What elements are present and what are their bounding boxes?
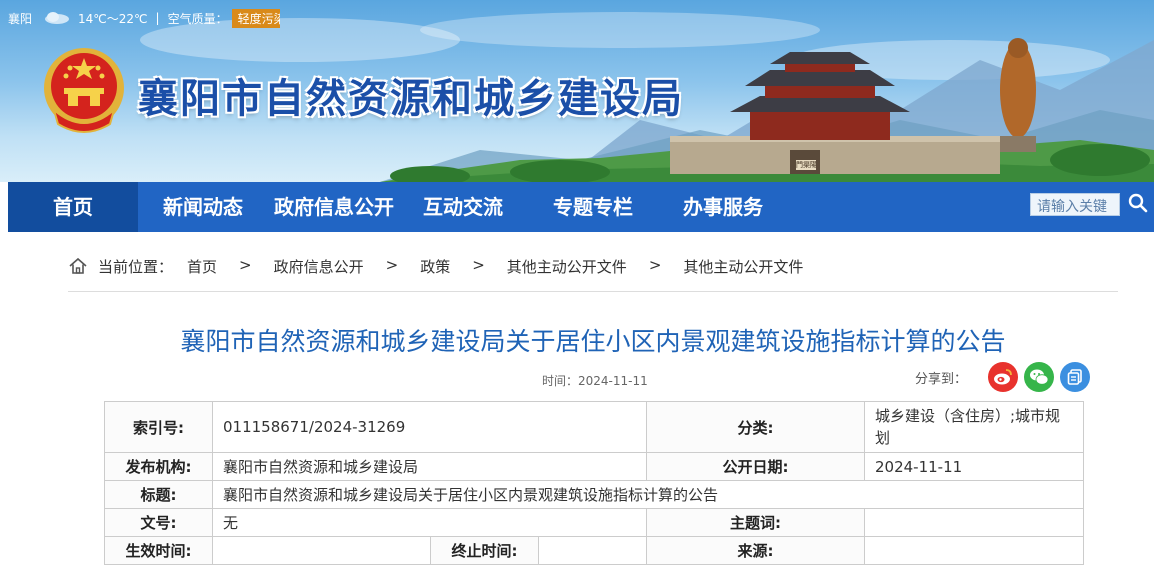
table-row: 文号: 无 主题词: <box>104 508 1084 537</box>
main-nav: 首页 新闻动态 政府信息公开 互动交流 专题专栏 办事服务 请输入关键 <box>8 182 1154 232</box>
share-copy-button[interactable] <box>1060 362 1090 392</box>
end-value <box>538 536 647 565</box>
copy-icon <box>1067 369 1082 385</box>
share-weibo-button[interactable] <box>988 362 1018 392</box>
nav-item-topics[interactable]: 专题专栏 <box>538 182 648 232</box>
breadcrumb-separator: > <box>239 256 252 274</box>
table-row: 索引号: 011158671/2024-31269 分类: 城乡建设（含住房）;… <box>104 401 1084 453</box>
title-value: 襄阳市自然资源和城乡建设局关于居住小区内景观建筑设施指标计算的公告 <box>212 480 1084 509</box>
issuer-key: 发布机构: <box>104 452 213 481</box>
air-quality-badge: 轻度污染 <box>231 8 280 28</box>
date-key: 公开日期: <box>646 452 865 481</box>
share-wechat-button[interactable] <box>1024 362 1054 392</box>
air-quality-label: 空气质量： <box>167 11 228 26</box>
category-value: 城乡建设（含住房）;城市规划 <box>864 401 1084 453</box>
keywords-key: 主题词: <box>646 508 865 537</box>
nav-item-gov-info[interactable]: 政府信息公开 <box>266 182 402 232</box>
nav-item-news[interactable]: 新闻动态 <box>148 182 258 232</box>
source-key: 来源: <box>646 536 865 565</box>
issuer-value: 襄阳市自然资源和城乡建设局 <box>212 452 647 481</box>
weibo-icon <box>994 369 1012 385</box>
end-key: 终止时间: <box>430 536 539 565</box>
breadcrumb-current[interactable]: 其他主动公开文件 <box>683 256 803 277</box>
gate-sign: 門渠陽 <box>796 161 816 169</box>
publish-time: 时间：2024-11-11 <box>542 374 648 388</box>
table-row: 发布机构: 襄阳市自然资源和城乡建设局 公开日期: 2024-11-11 <box>104 452 1084 481</box>
breadcrumb-gov-info[interactable]: 政府信息公开 <box>274 256 364 277</box>
breadcrumb-separator: > <box>472 256 485 274</box>
index-value: 011158671/2024-31269 <box>212 401 647 453</box>
header-banner: 門渠陽 襄阳 14℃～22℃ | 空气质量： 轻度污染 襄阳市自然资源和城乡建设… <box>0 0 1154 182</box>
wechat-icon <box>1030 369 1049 385</box>
cloud-icon <box>45 12 70 24</box>
home-icon <box>69 257 87 274</box>
breadcrumb-home[interactable]: 首页 <box>187 256 217 277</box>
breadcrumb-separator: > <box>648 256 662 274</box>
breadcrumb-other-files[interactable]: 其他主动公开文件 <box>507 256 627 277</box>
breadcrumb: 当前位置： 首页 > 政府信息公开 > 政策 > 其他主动公开文件 > 其他主动… <box>68 256 1118 292</box>
search-icon <box>1128 193 1148 213</box>
nav-item-home[interactable]: 首页 <box>8 182 138 232</box>
table-row: 标题: 襄阳市自然资源和城乡建设局关于居住小区内景观建筑设施指标计算的公告 <box>104 480 1084 509</box>
category-key: 分类: <box>646 401 865 453</box>
table-row: 生效时间: 终止时间: 来源: <box>104 536 1084 565</box>
docno-key: 文号: <box>104 508 213 537</box>
site-title: 襄阳市自然资源和城乡建设局 <box>138 76 684 122</box>
breadcrumb-separator: > <box>385 256 399 274</box>
source-value <box>864 536 1084 565</box>
index-key: 索引号: <box>104 401 213 453</box>
weather-bar: 襄阳 14℃～22℃ | 空气质量： 轻度污染 <box>8 8 280 28</box>
nav-item-interaction[interactable]: 互动交流 <box>408 182 518 232</box>
share-label: 分享到： <box>915 372 968 387</box>
effective-value <box>212 536 431 565</box>
breadcrumb-label: 当前位置： <box>98 258 174 276</box>
search-button[interactable] <box>1122 189 1154 217</box>
nav-item-services[interactable]: 办事服务 <box>668 182 778 232</box>
search-input[interactable]: 请输入关键 <box>1030 193 1120 216</box>
keywords-value <box>864 508 1084 537</box>
breadcrumb-policy[interactable]: 政策 <box>420 256 450 277</box>
document-info-table: 索引号: 011158671/2024-31269 分类: 城乡建设（含住房）;… <box>104 401 1084 565</box>
title-key: 标题: <box>104 480 213 509</box>
national-emblem-icon <box>44 48 124 133</box>
article-title: 襄阳市自然资源和城乡建设局关于居住小区内景观建筑设施指标计算的公告 <box>180 327 1006 356</box>
city-name: 襄阳 <box>8 11 33 26</box>
docno-value: 无 <box>212 508 647 537</box>
date-value: 2024-11-11 <box>864 452 1084 481</box>
temperature: 14℃～22℃ <box>78 11 148 26</box>
separator: | <box>155 11 160 25</box>
effective-key: 生效时间: <box>104 536 213 565</box>
